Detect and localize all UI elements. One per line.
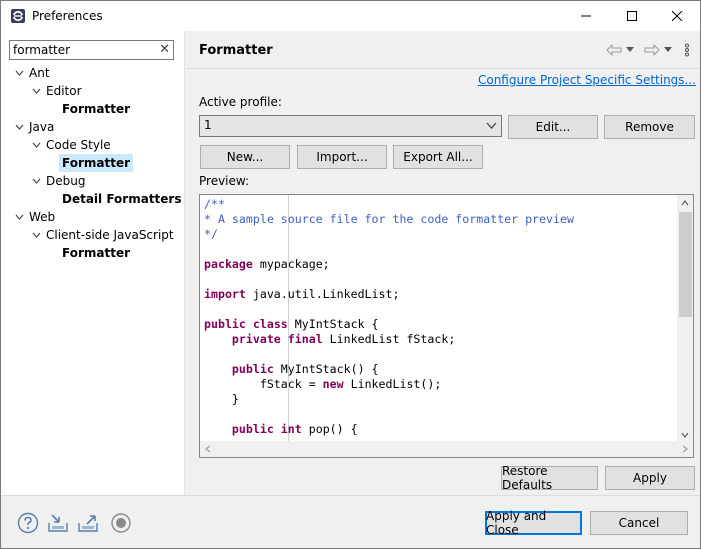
apply-button[interactable]: Apply [605, 466, 695, 490]
page-header: Formatter [186, 31, 700, 69]
tree-label: Web [29, 210, 56, 224]
chevron-down-icon[interactable] [13, 64, 25, 82]
tree-label: Client-side JavaScript [46, 228, 174, 242]
more-options-icon[interactable] [684, 43, 690, 57]
apply-and-close-button[interactable]: Apply and Close [485, 509, 582, 537]
window-title: Preferences [32, 9, 103, 23]
tree-item-detail-formatters[interactable]: Detail Formatters [62, 190, 181, 208]
preview-horizontal-scrollbar[interactable] [200, 441, 693, 457]
active-profile-value: 1 [204, 118, 212, 132]
active-profile-label: Active profile: [199, 95, 282, 109]
vertical-scroll-thumb[interactable] [679, 212, 692, 317]
chevron-down-icon[interactable] [30, 172, 42, 190]
export-all-button[interactable]: Export All... [393, 145, 483, 169]
page-title: Formatter [199, 43, 273, 58]
restore-defaults-button[interactable]: Restore Defaults [501, 464, 598, 492]
tree-item-code-style[interactable]: Code Style [30, 136, 111, 154]
filter-input[interactable] [13, 42, 153, 58]
chevron-down-icon[interactable] [30, 226, 42, 244]
close-icon [672, 11, 682, 21]
chevron-down-icon[interactable] [13, 208, 25, 226]
tree-item-js-formatter[interactable]: Formatter [62, 244, 130, 262]
preferences-tree-panel: ✕ Ant Editor Formatter Java Code Style [1, 31, 185, 495]
title-bar: Preferences [1, 1, 700, 31]
chevron-down-icon[interactable] [30, 82, 42, 100]
help-icon[interactable] [17, 512, 39, 534]
preferences-window: Preferences ✕ Ant Editor Formatter [0, 0, 701, 549]
tree-item-java[interactable]: Java [13, 118, 54, 136]
page-navigation [606, 41, 690, 59]
remove-profile-button[interactable]: Remove [604, 115, 695, 139]
back-arrow-icon[interactable] [606, 44, 622, 56]
preview-label: Preview: [199, 174, 250, 188]
tree-label: Debug [46, 174, 86, 188]
close-button[interactable] [654, 1, 700, 31]
import-preferences-icon[interactable] [47, 512, 69, 534]
scroll-left-icon[interactable] [205, 445, 211, 453]
chevron-down-icon[interactable] [13, 118, 25, 136]
record-icon[interactable] [110, 512, 132, 534]
tree-item-ant[interactable]: Ant [13, 64, 50, 82]
forward-arrow-icon[interactable] [644, 44, 660, 56]
tree-label: Java [29, 120, 55, 134]
tree-item-debug[interactable]: Debug [30, 172, 85, 190]
tree-item-web[interactable]: Web [13, 208, 55, 226]
configure-project-settings-link[interactable]: Configure Project Specific Settings... [478, 73, 696, 87]
scroll-up-icon[interactable] [681, 200, 689, 206]
minimize-button[interactable] [563, 1, 609, 31]
maximize-button[interactable] [609, 1, 655, 31]
tree-item-ant-formatter[interactable]: Formatter [62, 100, 130, 118]
scroll-down-icon[interactable] [681, 432, 689, 438]
tree-label: Editor [46, 84, 82, 98]
preview-editor[interactable]: /** * A sample source file for the code … [199, 194, 694, 458]
cancel-button[interactable]: Cancel [590, 511, 688, 535]
chevron-down-icon [486, 122, 497, 129]
tree-item-java-formatter[interactable]: Formatter [59, 154, 134, 172]
eclipse-icon [11, 9, 25, 23]
preview-vertical-scrollbar[interactable] [677, 195, 693, 443]
maximize-icon [627, 11, 637, 21]
tree-label: Code Style [46, 138, 111, 152]
tree-item-client-side-javascript[interactable]: Client-side JavaScript [30, 226, 174, 244]
active-profile-select[interactable]: 1 [199, 115, 502, 137]
export-preferences-icon[interactable] [77, 512, 99, 534]
scroll-right-icon[interactable] [682, 445, 688, 453]
dialog-footer: Apply and Close Cancel [1, 495, 700, 548]
edit-profile-button[interactable]: Edit... [508, 115, 598, 139]
forward-menu-icon[interactable] [664, 47, 672, 53]
tree-item-ant-editor[interactable]: Editor [30, 82, 82, 100]
filter-field[interactable]: ✕ [9, 40, 174, 60]
back-menu-icon[interactable] [626, 47, 634, 53]
preview-code: /** * A sample source file for the code … [204, 197, 574, 436]
chevron-down-icon[interactable] [30, 136, 42, 154]
import-profile-button[interactable]: Import... [297, 145, 387, 169]
formatter-page: Formatter Configure Project Specific Set… [186, 31, 700, 495]
tree-label: Ant [29, 66, 50, 80]
new-profile-button[interactable]: New... [200, 145, 290, 169]
clear-filter-icon[interactable]: ✕ [159, 42, 170, 58]
minimize-icon [581, 15, 591, 17]
